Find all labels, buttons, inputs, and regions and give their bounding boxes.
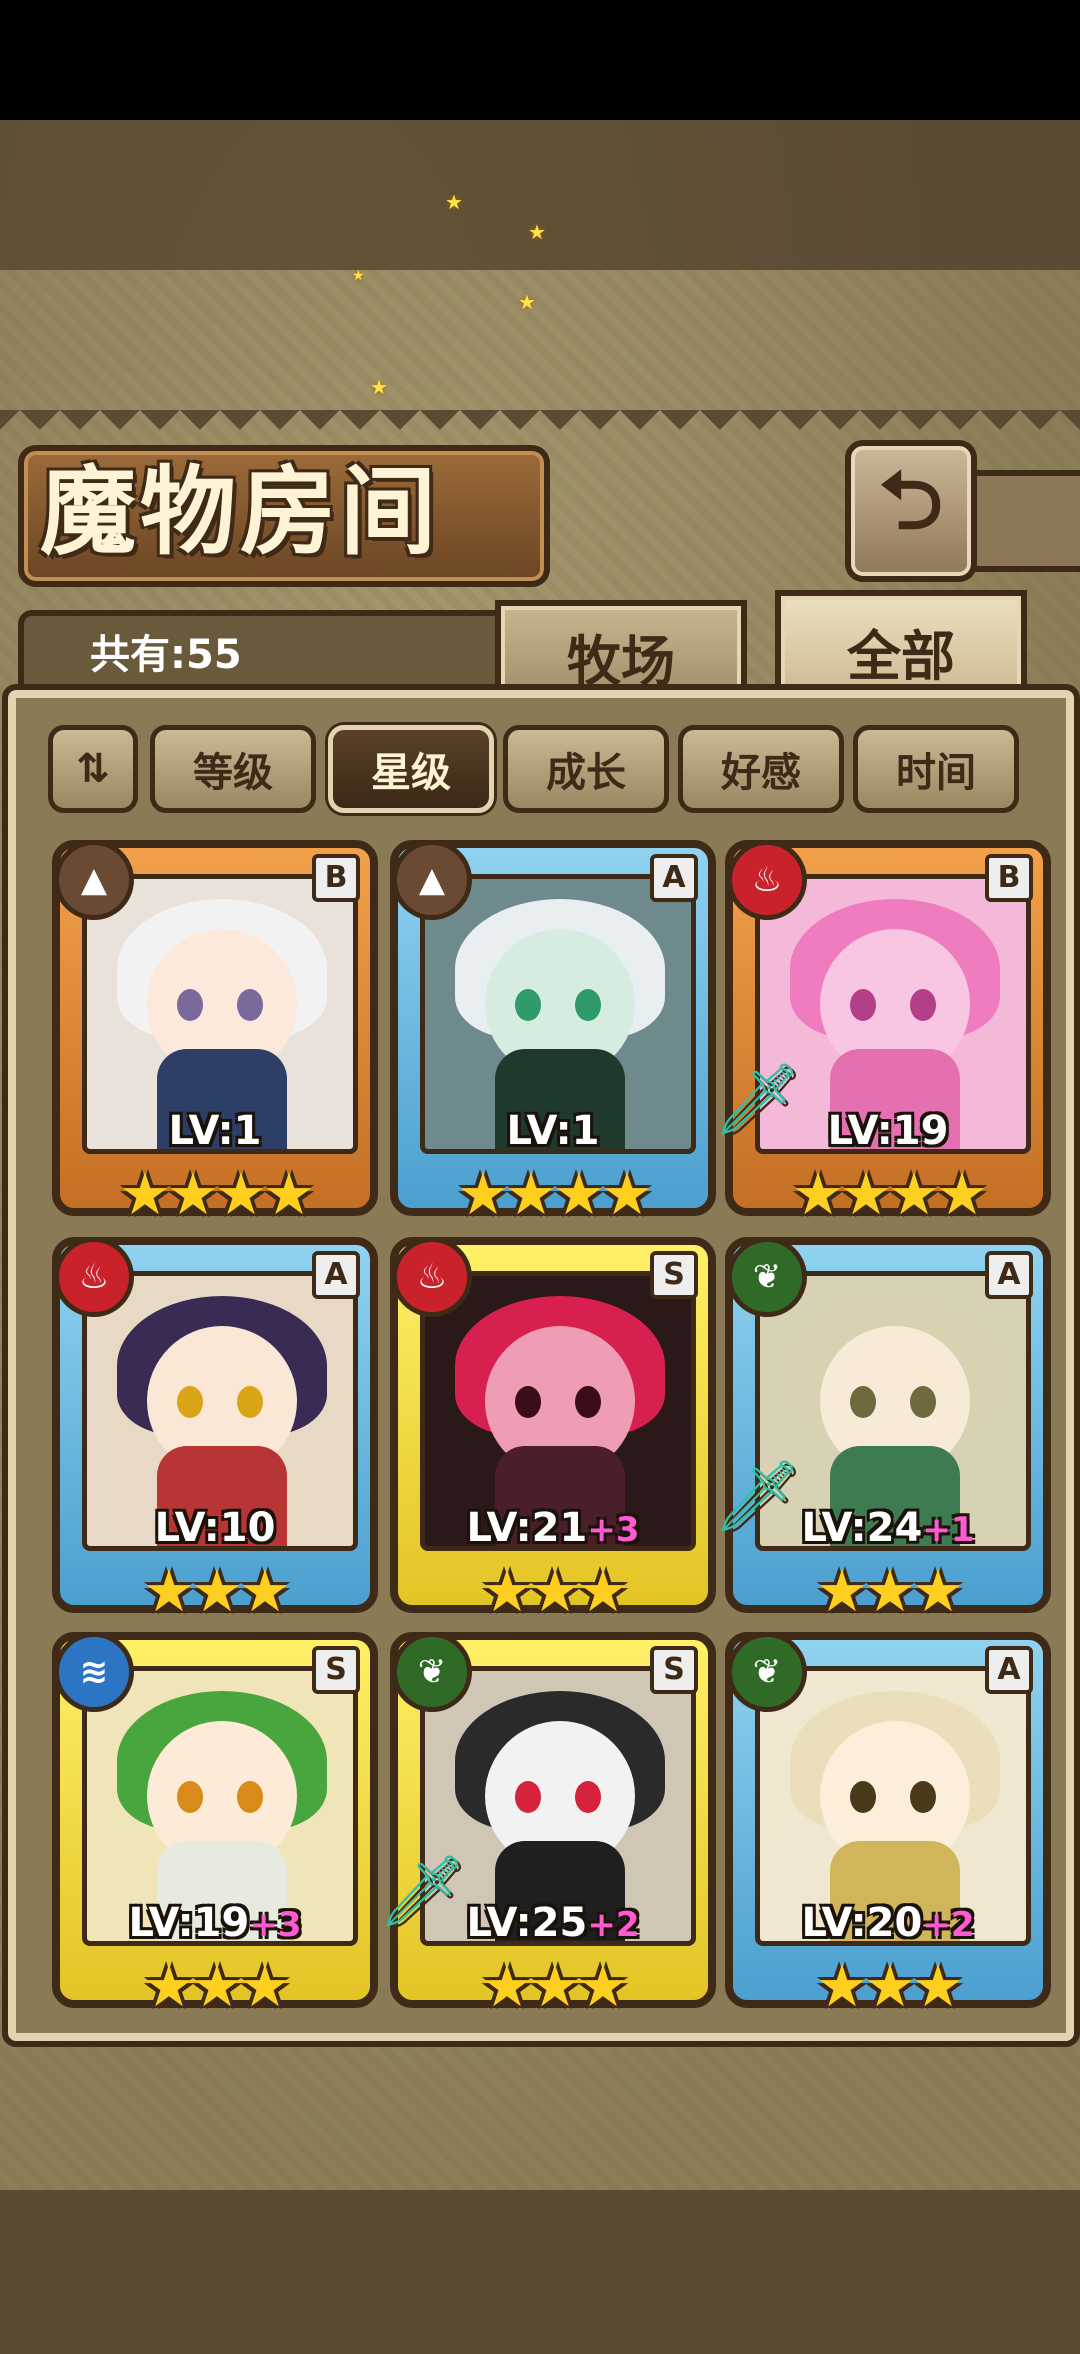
level-plus: +1 (922, 1510, 975, 1550)
level-value: LV:19 (827, 1108, 949, 1154)
level-value: LV:10 (154, 1505, 276, 1551)
fire-element-icon: ♨ (727, 840, 807, 920)
level-value: LV:25 (466, 1900, 588, 1946)
monster-art-eye (237, 1386, 263, 1418)
sparkle-icon: ★ (370, 375, 388, 399)
star-rating: ★★★★ (457, 1160, 653, 1228)
level-plus: +2 (922, 1905, 975, 1945)
level-plus: +3 (249, 1905, 302, 1945)
monster-art-eye (575, 1781, 601, 1813)
star-rating: ★★★ (816, 1952, 964, 2020)
sparkle-icon: ★ (518, 290, 536, 314)
rank-badge: B (312, 854, 360, 902)
earth-element-icon: ▲ (54, 840, 134, 920)
monster-art-eye (910, 989, 936, 1021)
star-rating: ★★★ (143, 1557, 291, 1625)
monster-art-eye (177, 1781, 203, 1813)
level-value: LV:19 (128, 1900, 250, 1946)
sword-icon: 🗡 (378, 1850, 467, 1932)
monster-art-eye (850, 1781, 876, 1813)
level-value: LV:20 (801, 1900, 923, 1946)
monster-level: LV:1 (420, 1108, 686, 1154)
back-button[interactable]: ⮌ (845, 440, 977, 582)
water-element-icon: ≋ (54, 1632, 134, 1712)
monster-art-eye (575, 989, 601, 1021)
level-plus: +2 (587, 1905, 640, 1945)
torn-edge-bottom (0, 2170, 1080, 2210)
star-rating: ★★★ (816, 1557, 964, 1625)
monster-art-eye (515, 1386, 541, 1418)
sort-order-button[interactable]: ⇅ (48, 725, 138, 813)
star-rating: ★★★ (143, 1952, 291, 2020)
sparkle-icon: ★ (445, 190, 463, 214)
monster-art-eye (910, 1386, 936, 1418)
monster-art-eye (910, 1781, 936, 1813)
leaf-element-icon: ❦ (392, 1632, 472, 1712)
monster-card[interactable]: A ▲ LV:1 ★★★★ (390, 840, 716, 1228)
earth-element-icon: ▲ (392, 840, 472, 920)
back-button-rail (960, 470, 1080, 572)
monster-art-eye (515, 1781, 541, 1813)
rank-badge: B (985, 854, 1033, 902)
monster-level: LV:10 (82, 1505, 348, 1551)
page-title: 魔物房间 (40, 456, 440, 568)
sort-level-button[interactable]: 等级 (150, 725, 316, 813)
fire-element-icon: ♨ (392, 1237, 472, 1317)
sword-icon: 🗡 (713, 1455, 802, 1537)
monster-art-eye (177, 989, 203, 1021)
rank-badge: A (985, 1646, 1033, 1694)
star-rating: ★★★ (481, 1557, 629, 1625)
sort-order-icon: ⇅ (76, 746, 110, 792)
monster-level: LV:19+3 (82, 1900, 348, 1946)
fire-element-icon: ♨ (54, 1237, 134, 1317)
rank-badge: S (650, 1251, 698, 1299)
monster-level: LV:20+2 (755, 1900, 1021, 1946)
monster-card[interactable]: S ❦ LV:25+2 ★★★ 🗡 (378, 1632, 716, 2020)
sparkle-icon: ★ (528, 220, 546, 244)
monster-card[interactable]: A ❦ LV:24+1 ★★★ 🗡 (713, 1237, 1051, 1625)
back-arrow-icon: ⮌ (878, 454, 944, 547)
star-rating: ★★★★ (119, 1160, 315, 1228)
monster-card[interactable]: A ❦ LV:20+2 ★★★ (725, 1632, 1051, 2020)
monster-card[interactable]: B ♨ LV:19 ★★★★ 🗡 (713, 840, 1051, 1228)
sort-star-button[interactable]: 星级 (328, 725, 494, 813)
star-rating: ★★★ (481, 1952, 629, 2020)
monster-art-eye (575, 1386, 601, 1418)
level-plus: +3 (587, 1510, 640, 1550)
monster-art-eye (237, 989, 263, 1021)
sort-affection-button[interactable]: 好感 (678, 725, 844, 813)
rank-badge: S (650, 1646, 698, 1694)
monster-art-eye (177, 1386, 203, 1418)
rank-badge: S (312, 1646, 360, 1694)
monster-level: LV:21+3 (420, 1505, 686, 1551)
monster-card[interactable]: S ≋ LV:19+3 ★★★ (52, 1632, 378, 2020)
sort-growth-button[interactable]: 成长 (503, 725, 669, 813)
rank-badge: A (650, 854, 698, 902)
monster-level: LV:1 (82, 1108, 348, 1154)
monster-art-eye (515, 989, 541, 1021)
monster-art-eye (850, 1386, 876, 1418)
monster-card[interactable]: A ♨ LV:10 ★★★ (52, 1237, 378, 1625)
sword-icon: 🗡 (713, 1058, 802, 1140)
monster-art-eye (850, 989, 876, 1021)
level-value: LV:24 (801, 1505, 923, 1551)
leaf-element-icon: ❦ (727, 1632, 807, 1712)
monster-card[interactable]: B ▲ LV:1 ★★★★ (52, 840, 378, 1228)
monster-count: 共有:55 (90, 632, 242, 678)
level-value: LV:21 (466, 1505, 588, 1551)
status-bar (0, 0, 1080, 120)
monster-art-eye (237, 1781, 263, 1813)
sparkle-icon: ★ (352, 268, 365, 284)
sort-time-button[interactable]: 时间 (853, 725, 1019, 813)
rank-badge: A (312, 1251, 360, 1299)
monster-card[interactable]: S ♨ LV:21+3 ★★★ (390, 1237, 716, 1625)
level-value: LV:1 (168, 1108, 262, 1154)
star-rating: ★★★★ (792, 1160, 988, 1228)
rank-badge: A (985, 1251, 1033, 1299)
level-value: LV:1 (506, 1108, 600, 1154)
leaf-element-icon: ❦ (727, 1237, 807, 1317)
